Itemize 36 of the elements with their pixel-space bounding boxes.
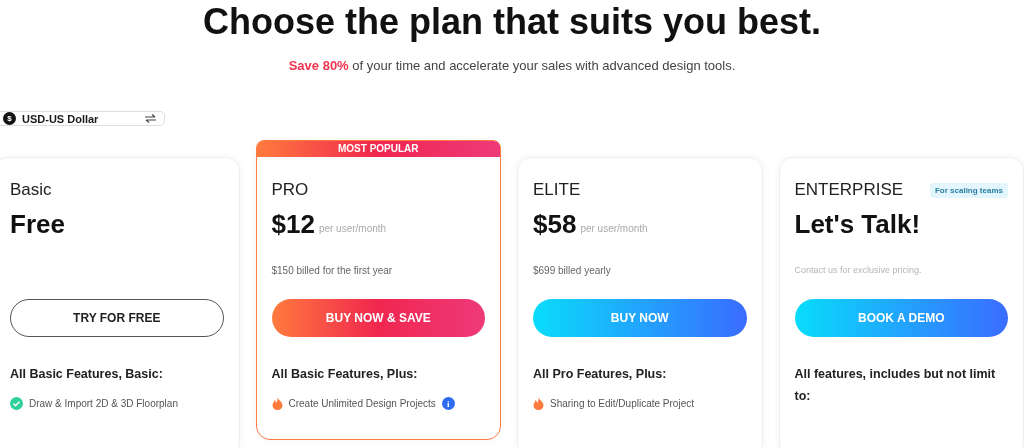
plan-button[interactable]: BUY NOW — [533, 299, 747, 337]
popular-banner: MOST POPULAR — [256, 141, 500, 157]
page-heading: Choose the plan that suits you best. — [201, 0, 823, 44]
features-heading: All Pro Features, Plus: — [533, 366, 668, 383]
currency-select[interactable]: $ USD-US Dollar — [0, 111, 165, 126]
price-unit: per user/month — [318, 223, 387, 236]
features-heading: All Basic Features, Plus: — [271, 366, 419, 383]
billing-note: $699 billed yearly — [533, 265, 611, 276]
plan-price: $12 — [271, 209, 315, 240]
flame-icon — [533, 397, 544, 410]
check-icon — [10, 397, 23, 410]
plan-tag: For scaling teams — [929, 182, 1008, 198]
feature-text: Create Unlimited Design Projects — [288, 398, 436, 409]
plan-button[interactable]: BOOK A DEMO — [794, 299, 1008, 337]
billing-note: $150 billed for the first year — [271, 265, 393, 276]
plan-price: Free — [10, 209, 65, 240]
feature-text: Draw & Import 2D & 3D Floorplan — [29, 398, 178, 409]
dollar-coin-icon: $ — [3, 112, 16, 125]
plan-name: ENTERPRISE — [794, 180, 904, 200]
billing-note: Contact us for exclusive pricing. — [794, 265, 922, 275]
plan-price: Let's Talk! — [794, 209, 921, 240]
flame-icon — [271, 397, 283, 410]
plan-name: PRO — [271, 180, 309, 200]
features-heading: All features, includes but not limit to: — [794, 366, 997, 405]
swap-icon — [145, 114, 156, 123]
plan-button[interactable]: BUY NOW & SAVE — [271, 299, 485, 337]
currency-value: USD-US Dollar — [22, 112, 100, 125]
info-icon[interactable]: i — [441, 397, 455, 410]
feature-text: Sharing to Edit/Duplicate Project — [550, 398, 694, 409]
plan-button[interactable]: TRY FOR FREE — [10, 299, 224, 337]
price-unit: per user/month — [580, 223, 648, 236]
plan-name: ELITE — [533, 180, 581, 200]
features-heading: All Basic Features, Basic: — [10, 366, 164, 383]
plan-name: Basic — [10, 180, 52, 200]
page-subheading: Save 80% of your time and accelerate your sales with advanced design tools. — [287, 58, 737, 73]
plan-price: $58 — [533, 209, 577, 240]
